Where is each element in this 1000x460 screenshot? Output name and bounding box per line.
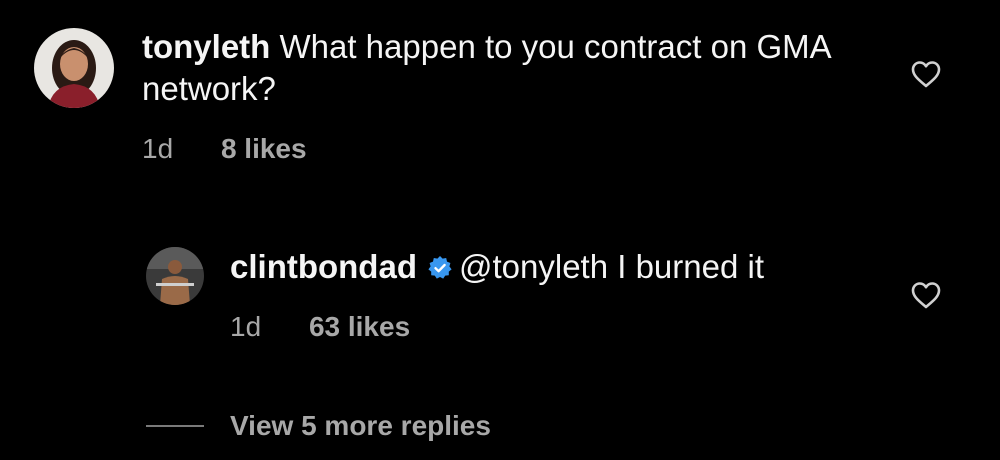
comment-text: @tonyleth I burned it xyxy=(458,248,764,285)
heart-outline-icon[interactable] xyxy=(910,59,942,89)
view-more-replies-label: View 5 more replies xyxy=(230,410,491,441)
comment-likes-count[interactable]: 8 likes xyxy=(221,133,307,164)
heart-outline-icon[interactable] xyxy=(910,280,942,310)
comment-timestamp[interactable]: 1d xyxy=(230,311,261,342)
view-more-replies-button[interactable]: View 5 more replies xyxy=(146,406,491,446)
comment-meta-2: 1d 63 likes xyxy=(230,311,410,343)
comment-meta-1: 1d 8 likes xyxy=(142,133,307,165)
comment-likes-count[interactable]: 63 likes xyxy=(309,311,410,342)
verified-badge-icon xyxy=(427,255,453,281)
commenter-avatar-tonyleth[interactable] xyxy=(34,28,114,108)
comment-username[interactable]: tonyleth xyxy=(142,28,270,65)
comment-body-2: clintbondad @tonyleth I burned it xyxy=(230,246,890,288)
commenter-avatar-clintbondad[interactable] xyxy=(146,247,204,305)
divider-line xyxy=(146,425,204,427)
comment-username[interactable]: clintbondad xyxy=(230,248,417,285)
man-gym-avatar-image xyxy=(146,247,204,305)
comment-timestamp[interactable]: 1d xyxy=(142,133,173,164)
comment-body-1: tonyleth What happen to you contract on … xyxy=(142,26,862,110)
woman-portrait-avatar-image xyxy=(34,28,114,108)
